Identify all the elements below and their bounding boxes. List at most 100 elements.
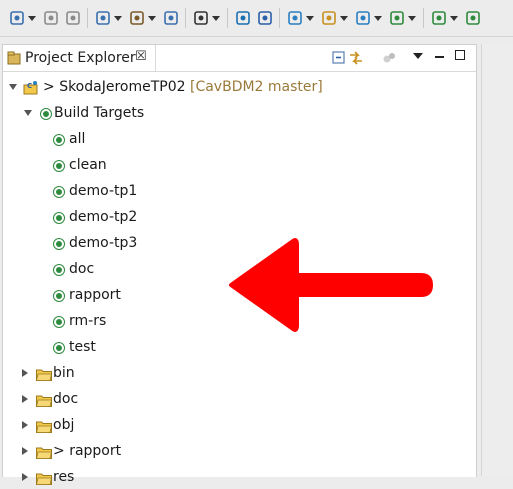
build-target-icon (53, 160, 65, 172)
view-menu-icon[interactable] (413, 53, 423, 59)
new-folder-icon[interactable] (320, 9, 338, 27)
build-target-demo-tp1[interactable]: demo-tp1 (3, 181, 476, 203)
item-name: all (69, 131, 86, 147)
refresh-run-icon[interactable] (388, 9, 406, 27)
build-target-icon (53, 342, 65, 354)
build-target-icon (53, 264, 65, 276)
chevron-down-icon[interactable] (450, 16, 458, 21)
build-target-clean-label: clean (69, 157, 107, 173)
build-target-all-label: all (69, 131, 85, 147)
git-dirty-marker: > (53, 443, 70, 459)
minimize-icon[interactable] (435, 56, 444, 58)
folder-res[interactable]: res (3, 467, 476, 489)
build-target-demo-tp2[interactable]: demo-tp2 (3, 207, 476, 229)
build-targets-node-label: Build Targets (54, 105, 144, 121)
item-name: doc (53, 391, 79, 407)
folder-icon (36, 421, 52, 433)
link-editor-icon[interactable] (348, 50, 364, 66)
item-name: rm-rs (69, 313, 107, 329)
maximize-icon[interactable] (455, 50, 465, 60)
folder-res-label: res (53, 469, 74, 485)
chevron-right-icon[interactable] (22, 447, 28, 455)
chevron-right-icon[interactable] (22, 395, 28, 403)
chevron-right-icon[interactable] (22, 369, 28, 377)
build-target-test[interactable]: test (3, 337, 476, 359)
project-explorer-view: Project Explorer ☒ C > SkodaJeromeTP02 [C… (2, 44, 477, 485)
folder-bin[interactable]: bin (3, 363, 476, 385)
item-name: doc (69, 261, 95, 277)
build-target-doc-label: doc (69, 261, 94, 277)
folder-icon (36, 473, 52, 485)
project-node[interactable]: C > SkodaJeromeTP02 [CavBDM2 master] (3, 77, 476, 99)
item-name: res (53, 469, 75, 485)
folder-rapport[interactable]: > rapport (3, 441, 476, 463)
hammer-build-icon[interactable] (128, 9, 146, 27)
chevron-down-icon[interactable] (148, 16, 156, 21)
toolbar-separator (423, 8, 424, 28)
build-target-icon (53, 212, 65, 224)
folder-doc[interactable]: doc (3, 389, 476, 411)
main-toolbar (0, 0, 513, 37)
build-target-test-label: test (69, 339, 96, 355)
git-dirty-marker: > (43, 79, 60, 95)
build-targets-node[interactable]: Build Targets (3, 103, 476, 125)
build-targets-icon (40, 108, 52, 120)
tab-project-explorer[interactable]: Project Explorer ☒ (3, 45, 156, 71)
chevron-down-icon[interactable] (374, 16, 382, 21)
build-target-clean[interactable]: clean (3, 155, 476, 177)
build-target-demo-tp2-label: demo-tp2 (69, 209, 137, 225)
collapse-all-icon[interactable] (331, 50, 347, 66)
build-target-all[interactable]: all (3, 129, 476, 151)
build-settings-icon[interactable] (94, 9, 112, 27)
chevron-down-icon[interactable] (212, 16, 220, 21)
filter-icon[interactable] (381, 50, 397, 66)
project-node-label: > SkodaJeromeTP02 [CavBDM2 master] (43, 79, 323, 95)
debug-config-icon[interactable] (192, 9, 210, 27)
view-header: Project Explorer ☒ (3, 45, 476, 72)
folder-doc-label: doc (53, 391, 78, 407)
new-project-icon[interactable] (286, 9, 304, 27)
chevron-down-icon[interactable] (408, 16, 416, 21)
new-wizard-icon[interactable] (8, 9, 26, 27)
new-class-icon[interactable] (354, 9, 372, 27)
console-icon[interactable] (234, 9, 252, 27)
bug-debug-icon[interactable] (430, 9, 448, 27)
skip-breakpoints-icon[interactable] (256, 9, 274, 27)
chevron-down-icon[interactable] (114, 16, 122, 21)
folder-icon (36, 395, 52, 407)
item-name: SkodaJeromeTP02 (59, 79, 186, 95)
build-target-icon (53, 134, 65, 146)
project-explorer-icon (7, 51, 21, 65)
build-target-icon (53, 316, 65, 328)
item-name: clean (69, 157, 107, 173)
close-icon[interactable]: ☒ (135, 49, 147, 64)
chevron-down-icon[interactable] (306, 16, 314, 21)
chevron-down-icon[interactable] (9, 84, 17, 90)
toolbar-separator (185, 8, 186, 28)
binary-icon[interactable] (162, 9, 180, 27)
toolbar-separator (87, 8, 88, 28)
run-icon[interactable] (464, 9, 482, 27)
chevron-right-icon[interactable] (22, 473, 28, 481)
item-name: demo-tp1 (69, 183, 138, 199)
folder-obj[interactable]: obj (3, 415, 476, 437)
chevron-right-icon[interactable] (22, 421, 28, 429)
save-icon[interactable] (42, 9, 60, 27)
svg-text:C: C (27, 82, 32, 90)
chevron-down-icon[interactable] (340, 16, 348, 21)
chevron-down-icon[interactable] (24, 110, 32, 116)
build-target-rm-rs-label: rm-rs (69, 313, 106, 329)
build-target-icon (53, 290, 65, 302)
build-target-rapport-label: rapport (69, 287, 121, 303)
item-name: obj (53, 417, 75, 433)
editor-area-edge (481, 44, 513, 476)
build-target-demo-tp3-label: demo-tp3 (69, 235, 137, 251)
red-arrow-annotation (229, 238, 433, 332)
build-target-icon (53, 186, 65, 198)
folder-icon (36, 369, 52, 381)
item-name: rapport (69, 443, 122, 459)
save-all-icon[interactable] (64, 9, 82, 27)
folder-icon (36, 447, 52, 459)
item-name: demo-tp2 (69, 209, 138, 225)
chevron-down-icon[interactable] (28, 16, 36, 21)
